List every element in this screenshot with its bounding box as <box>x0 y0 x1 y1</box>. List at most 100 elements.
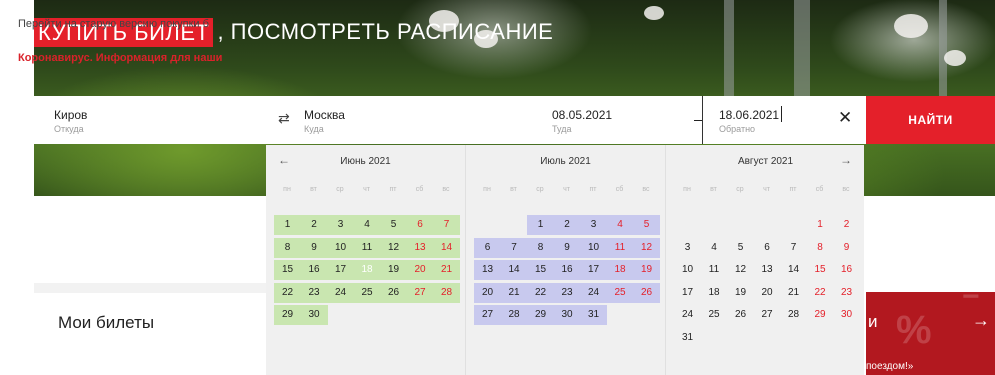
calendar-day[interactable]: 12 <box>380 237 407 258</box>
calendar-day[interactable]: 13 <box>474 260 501 280</box>
calendar-day[interactable]: 12 <box>633 237 660 258</box>
calendar-day[interactable]: 2 <box>833 215 860 235</box>
calendar-day[interactable]: 3 <box>327 215 354 235</box>
calendar-day[interactable]: 17 <box>327 260 354 280</box>
calendar-day[interactable]: 22 <box>527 282 554 303</box>
calendar-day[interactable]: 4 <box>606 215 634 235</box>
my-tickets-heading[interactable]: Мои билеты <box>58 313 154 333</box>
calendar-day[interactable]: 12 <box>727 260 754 280</box>
calendar-day[interactable]: 11 <box>353 237 381 258</box>
calendar-day[interactable]: 30 <box>553 305 581 325</box>
calendar-day[interactable]: 16 <box>300 260 328 280</box>
calendar-day[interactable]: 18 <box>353 260 381 280</box>
calendar-day[interactable]: 18 <box>701 283 728 303</box>
calendar-day[interactable]: 19 <box>727 283 754 303</box>
from-field[interactable]: Киров Откуда <box>54 96 264 144</box>
calendar-day[interactable]: 1 <box>807 215 834 235</box>
calendar-day[interactable]: 17 <box>674 283 701 303</box>
calendar-day[interactable]: 23 <box>553 282 581 303</box>
calendar-day[interactable]: 31 <box>674 328 701 348</box>
calendar-day[interactable]: 28 <box>500 305 528 325</box>
calendar-day[interactable]: 17 <box>580 260 607 280</box>
calendar-day[interactable]: 16 <box>833 260 860 280</box>
calendar-day[interactable]: 9 <box>553 237 581 258</box>
calendar-day[interactable]: 25 <box>606 282 634 303</box>
calendar-day[interactable]: 25 <box>353 282 381 303</box>
swap-icon[interactable]: ⇄ <box>278 110 290 127</box>
find-button[interactable]: НАЙТИ <box>866 96 995 144</box>
calendar-day[interactable]: 3 <box>674 238 701 258</box>
calendar-day[interactable]: 26 <box>633 282 660 303</box>
calendar-day[interactable]: 16 <box>553 260 581 280</box>
calendar-day[interactable]: 5 <box>633 215 660 235</box>
calendar-day[interactable]: 13 <box>754 260 781 280</box>
old-version-link[interactable]: Перейти на старую версию покупки б <box>18 18 209 30</box>
calendar-day[interactable]: 24 <box>327 282 354 303</box>
calendar-day[interactable]: 21 <box>780 283 807 303</box>
calendar-day[interactable]: 4 <box>701 238 728 258</box>
calendar-day[interactable]: 20 <box>754 283 781 303</box>
calendar-day[interactable]: 8 <box>807 238 834 258</box>
calendar-day[interactable]: 14 <box>780 260 807 280</box>
calendar-day[interactable]: 23 <box>300 282 328 303</box>
calendar-day[interactable]: 13 <box>406 237 434 258</box>
calendar-day[interactable]: 29 <box>274 305 301 325</box>
calendar-day[interactable]: 29 <box>807 305 834 325</box>
calendar-day[interactable]: 22 <box>274 282 301 303</box>
calendar-day[interactable]: 24 <box>674 305 701 325</box>
close-icon[interactable]: ✕ <box>838 108 852 128</box>
calendar-day[interactable]: 3 <box>580 215 607 235</box>
calendar-day[interactable]: 2 <box>300 215 328 235</box>
calendar-day[interactable]: 7 <box>500 237 528 258</box>
calendar-day[interactable]: 21 <box>433 260 460 280</box>
calendar-day[interactable]: 15 <box>274 260 301 280</box>
calendar-day[interactable]: 29 <box>527 305 554 325</box>
calendar-day[interactable]: 14 <box>433 237 460 258</box>
calendar-day[interactable]: 31 <box>580 305 607 325</box>
calendar-day[interactable]: 7 <box>780 238 807 258</box>
calendar-day[interactable]: 9 <box>300 237 328 258</box>
calendar-day[interactable]: 4 <box>353 215 381 235</box>
calendar-day[interactable]: 23 <box>833 283 860 303</box>
calendar-day[interactable]: 15 <box>807 260 834 280</box>
calendar-day[interactable]: 5 <box>727 238 754 258</box>
calendar-day[interactable]: 18 <box>606 260 634 280</box>
calendar-day[interactable]: 19 <box>380 260 407 280</box>
calendar-day[interactable]: 10 <box>674 260 701 280</box>
calendar-day[interactable]: 2 <box>553 215 581 235</box>
calendar-day[interactable]: 1 <box>274 215 301 235</box>
calendar-day[interactable]: 6 <box>754 238 781 258</box>
calendar-day[interactable]: 8 <box>274 237 301 258</box>
calendar-day[interactable]: 11 <box>606 237 634 258</box>
calendar-day[interactable]: 22 <box>807 283 834 303</box>
calendar-day[interactable]: 1 <box>527 215 554 235</box>
to-field[interactable]: Москва Куда <box>304 96 524 144</box>
calendar-day[interactable]: 28 <box>780 305 807 325</box>
calendar-day[interactable]: 24 <box>580 282 607 303</box>
calendar-day[interactable]: 10 <box>327 237 354 258</box>
calendar-day[interactable]: 7 <box>433 215 460 235</box>
calendar-day[interactable]: 25 <box>701 305 728 325</box>
arrow-right-icon[interactable]: → <box>972 310 990 331</box>
coronavirus-info-link[interactable]: Коронавирус. Информация для наши <box>18 52 222 64</box>
calendar-day[interactable]: 26 <box>727 305 754 325</box>
calendar-day[interactable]: 28 <box>433 282 460 303</box>
calendar-day[interactable]: 14 <box>500 260 528 280</box>
calendar-day[interactable]: 20 <box>474 282 501 303</box>
calendar-day[interactable]: 11 <box>701 260 728 280</box>
calendar-day[interactable]: 19 <box>633 260 660 280</box>
calendar-day[interactable]: 20 <box>406 260 434 280</box>
calendar-day[interactable]: 30 <box>833 305 860 325</box>
calendar-day[interactable]: 27 <box>406 282 434 303</box>
calendar-day[interactable]: 26 <box>380 282 407 303</box>
calendar-day[interactable]: 10 <box>580 237 607 258</box>
calendar-day[interactable]: 27 <box>754 305 781 325</box>
calendar-day[interactable]: 6 <box>406 215 434 235</box>
calendar-day[interactable]: 30 <box>300 305 328 325</box>
calendar-day[interactable]: 27 <box>474 305 501 325</box>
calendar-day[interactable]: 21 <box>500 282 528 303</box>
calendar-day[interactable]: 6 <box>474 237 501 258</box>
calendar-day[interactable]: 5 <box>380 215 407 235</box>
calendar-day[interactable]: 9 <box>833 238 860 258</box>
calendar-day[interactable]: 15 <box>527 260 554 280</box>
